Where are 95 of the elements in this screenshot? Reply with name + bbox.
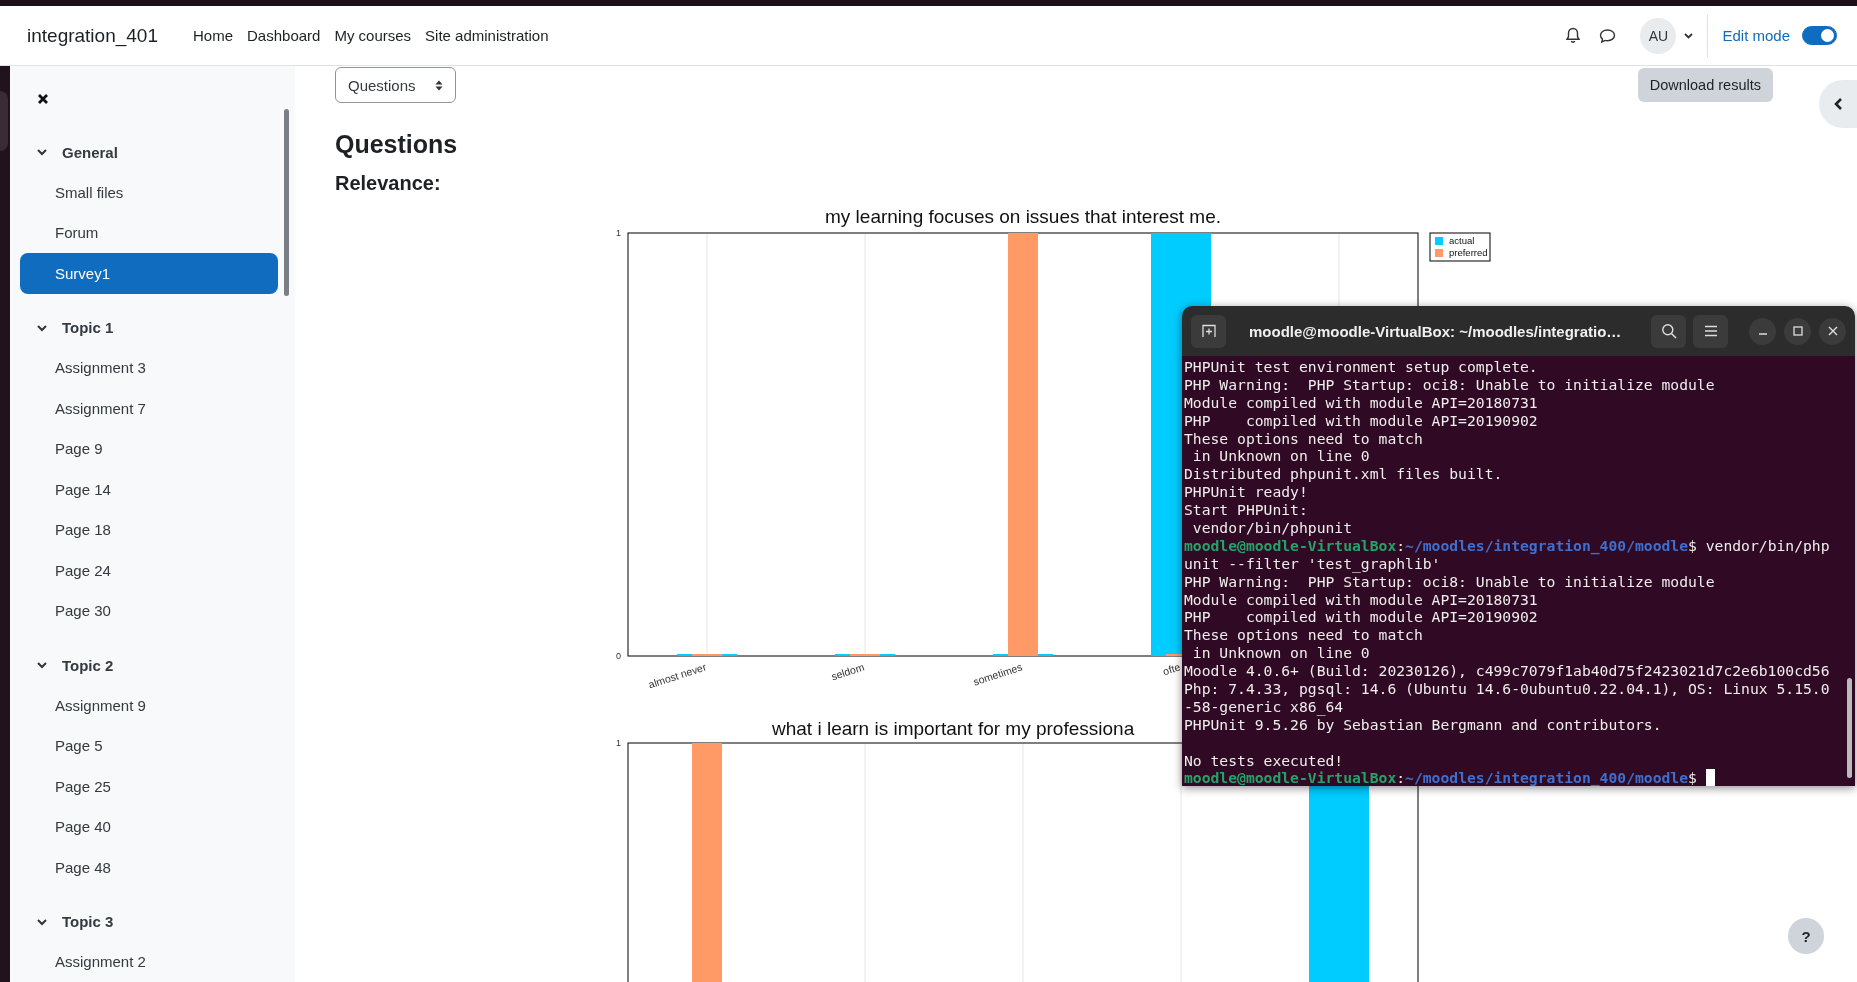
menu-icon[interactable] — [1703, 325, 1718, 337]
report-select[interactable]: Questions — [335, 67, 456, 103]
terminal-output-line: PHP Warning: PHP Startup: oci8: Unable to initialize module — [1184, 375, 1716, 394]
prompt-path: ~/moodles/integration_400/moodle — [1405, 536, 1689, 555]
terminal-output-line: These options need to match — [1184, 626, 1424, 645]
command-text: $ — [1688, 769, 1697, 786]
category-label: ofte — [1161, 660, 1182, 678]
close-button[interactable] — [1819, 317, 1846, 345]
terminal-output-line: Module compiled with module API=20180731 — [1184, 590, 1539, 609]
sidebar-item[interactable]: Assignment 3 — [20, 347, 278, 388]
y-tick-label: 1 — [616, 228, 621, 238]
nav-link[interactable]: Home — [186, 27, 240, 44]
chart-title: my learning focuses on issues that interest me. — [825, 206, 1221, 227]
close-icon[interactable] — [37, 93, 49, 105]
sidebar-item[interactable]: Assignment 2 — [20, 941, 278, 982]
chevron-icon[interactable] — [36, 146, 48, 158]
search-icon[interactable] — [1660, 323, 1677, 339]
terminal-output-line: PHP compiled with module API=20190902 — [1184, 608, 1539, 627]
terminal-output-line: unit --filter 'test_graphlib' — [1184, 554, 1441, 573]
page-heading: Questions — [335, 129, 459, 159]
sidebar-item[interactable]: Page 18 — [20, 509, 278, 550]
sort-arrows-icon — [435, 79, 443, 91]
terminal-output-line: PHP Warning: PHP Startup: oci8: Unable to initialize module — [1184, 572, 1716, 591]
sidebar-item[interactable]: Assignment 7 — [20, 388, 278, 429]
sidebar-item[interactable]: Page 5 — [20, 725, 278, 766]
terminal-output-line: Start PHPUnit: — [1184, 501, 1309, 519]
caret-icon[interactable] — [1684, 32, 1694, 39]
chevron-left-icon[interactable] — [1833, 97, 1843, 111]
terminal-output-line: vendor/bin/phpunit — [1191, 519, 1353, 537]
command-text: $ vendor/bin/php — [1688, 536, 1830, 554]
sidebar-item[interactable]: Survey1 — [20, 253, 278, 294]
help-button[interactable]: ? — [1788, 918, 1824, 954]
bell-icon[interactable] — [1565, 27, 1582, 44]
y-tick-label: 1 — [616, 738, 621, 748]
terminal-output-line: -58-generic x86_64 — [1184, 697, 1345, 716]
nav-link[interactable]: My courses — [327, 27, 419, 44]
drawer-toggle-button[interactable] — [1819, 80, 1857, 128]
new-tab-icon[interactable] — [1200, 323, 1217, 339]
prompt-user-host: moodle@moodle-VirtualBox — [1184, 769, 1397, 786]
legend-label: actual — [1449, 235, 1475, 246]
dock-item — [0, 91, 8, 151]
search-button[interactable] — [1651, 314, 1686, 348]
terminal-output-line: No tests executed! — [1184, 751, 1345, 770]
text-cursor — [1705, 769, 1715, 786]
download-results-button[interactable]: Download results — [1637, 68, 1773, 102]
y-tick-label: 0 — [616, 651, 621, 661]
terminal-output-line: Php: 7.4.33, pgsql: 14.6 (Ubuntu 14.6-0ubuntu0.22.04.1), OS: Linux 5.15.0 — [1184, 680, 1831, 698]
section-title[interactable]: Topic 3 — [62, 913, 114, 930]
sidebar-item[interactable]: Page 14 — [20, 469, 278, 510]
terminal-output-line: These options need to match — [1184, 429, 1424, 448]
menu-button[interactable] — [1693, 314, 1728, 348]
terminal-output-line: PHPUnit test environment setup complete. — [1184, 358, 1539, 376]
sidebar-item[interactable]: Small files — [20, 172, 278, 213]
legend-box — [1429, 232, 1491, 262]
maximize-button[interactable] — [1784, 317, 1811, 345]
terminal-output-line: PHP compiled with module API=20190902 — [1184, 411, 1539, 430]
sidebar-item[interactable]: Page 48 — [20, 847, 278, 888]
category-label: seldom — [829, 660, 866, 683]
prompt-separator: : — [1396, 536, 1406, 554]
minimize-button[interactable] — [1749, 317, 1776, 345]
prompt-user-host: moodle@moodle-VirtualBox — [1184, 536, 1397, 555]
terminal-output-line: PHPUnit 9.5.26 by Sebastian Bergmann and contributors. — [1184, 715, 1663, 734]
sidebar-item[interactable]: Page 30 — [20, 590, 278, 631]
section-title[interactable]: General — [62, 143, 118, 161]
terminal-output-line: Distributed phpunit.xml files built. — [1184, 465, 1504, 484]
sidebar-item[interactable]: Page 24 — [20, 550, 278, 591]
section-title[interactable]: Topic 2 — [62, 656, 114, 674]
category-label: almost never — [646, 660, 708, 690]
nav-link[interactable]: Dashboard — [240, 27, 328, 44]
nav-link[interactable]: Site administration — [418, 27, 556, 44]
edit-mode-toggle[interactable] — [1802, 26, 1837, 45]
edit-mode-label: Edit mode — [1722, 27, 1790, 44]
sidebar-item[interactable]: Forum — [20, 212, 278, 253]
chevron-icon[interactable] — [36, 659, 48, 671]
terminal-output-line: Module compiled with module API=20180731 — [1184, 393, 1539, 412]
chat-icon[interactable] — [1599, 27, 1617, 44]
prompt-separator: : — [1396, 769, 1406, 786]
terminal-title: moodle@moodle-VirtualBox: ~/moodles/integratio… — [1248, 322, 1623, 340]
terminal-output-line: in Unknown on line 0 — [1191, 447, 1371, 466]
chart-title: what i learn is important for my professiona — [772, 718, 1135, 739]
sidebar-item[interactable]: Page 25 — [20, 766, 278, 807]
terminal-output-line: Moodle 4.0.6+ (Build: 20230126), c499c7079f1ab40d75f2423021d7c2e6b100cd56 — [1184, 662, 1831, 681]
legend-label: preferred — [1449, 247, 1488, 258]
sidebar-item[interactable]: Page 40 — [20, 806, 278, 847]
new-tab-button[interactable] — [1191, 314, 1226, 348]
site-name[interactable]: integration_401 — [27, 24, 158, 47]
section-heading: Relevance: — [335, 171, 442, 196]
maximize-icon[interactable] — [1792, 326, 1803, 336]
terminal-output-line: in Unknown on line 0 — [1191, 644, 1371, 663]
prompt-path: ~/moodles/integration_400/moodle — [1405, 769, 1689, 786]
terminal-output-line: PHPUnit ready! — [1184, 483, 1309, 502]
sidebar-item[interactable]: Assignment 9 — [20, 685, 278, 726]
user-avatar[interactable]: AU — [1640, 17, 1677, 54]
section-title[interactable]: Topic 1 — [62, 319, 114, 336]
sidebar-item[interactable]: Page 9 — [20, 428, 278, 469]
